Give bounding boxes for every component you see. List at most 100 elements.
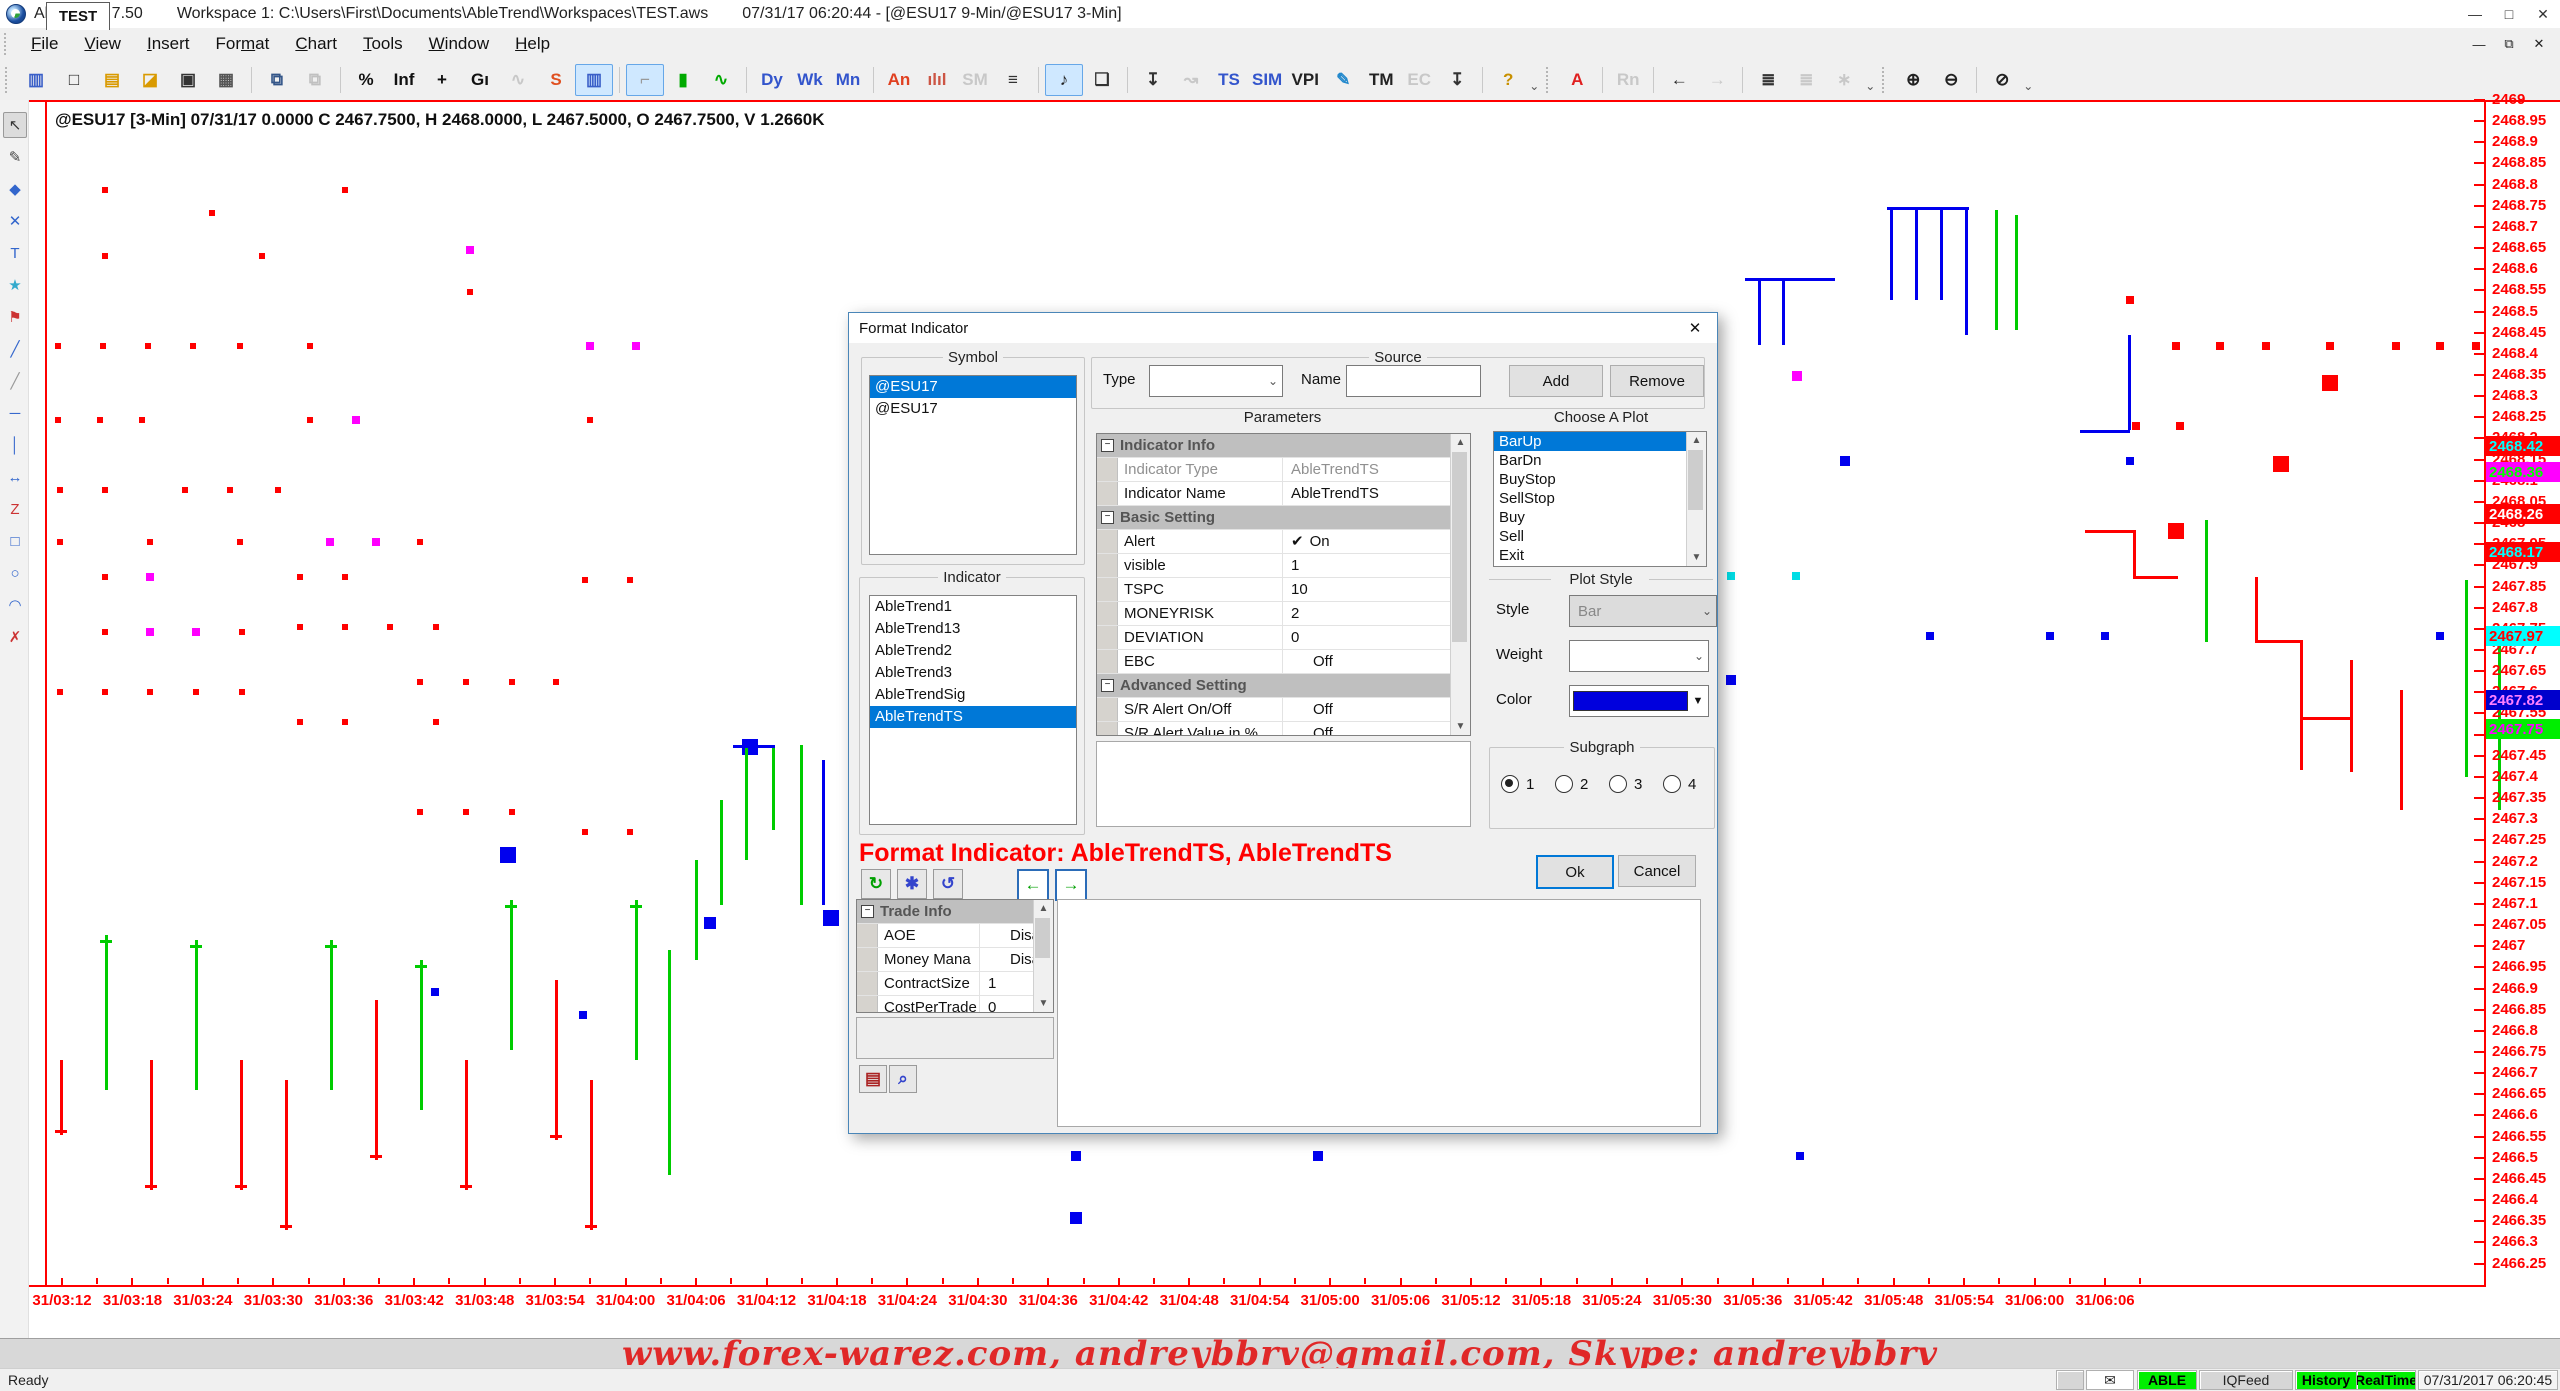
menu-file[interactable]: File	[18, 31, 71, 57]
download-icon[interactable]: ↧	[1134, 64, 1172, 96]
plot-list-scrollbar[interactable]: ▲▼	[1686, 432, 1706, 566]
toolbar-overflow-icon[interactable]: ⌄	[2021, 63, 2035, 97]
refresh-icon[interactable]: ↺	[933, 869, 963, 899]
type-combo[interactable]: ⌄	[1149, 365, 1283, 397]
refresh-all-icon[interactable]: ↻	[861, 869, 891, 899]
hline-tool[interactable]: ─	[3, 400, 27, 426]
grid-param-value[interactable]: 0	[1283, 626, 1470, 649]
grid-group-row[interactable]: −Basic Setting	[1097, 506, 1470, 530]
plot-item[interactable]: Exit	[1494, 546, 1706, 565]
grid-param-value[interactable]: 2	[1283, 602, 1470, 625]
plus-button[interactable]: +	[423, 64, 461, 96]
indicator-item[interactable]: AbleTrendTS	[870, 706, 1076, 728]
grid-row[interactable]: EBCOff	[1097, 650, 1470, 674]
h-window-icon[interactable]: ❏	[1083, 64, 1121, 96]
gi-button[interactable]: Gı	[461, 64, 499, 96]
inf-button[interactable]: Inf	[385, 64, 423, 96]
ok-button[interactable]: Ok	[1536, 855, 1614, 889]
grid-param-value[interactable]: Off	[1283, 698, 1470, 721]
workspace-tab-test[interactable]: TEST	[46, 2, 110, 30]
open-icon[interactable]: ▤	[93, 64, 131, 96]
collapse-icon[interactable]: −	[861, 905, 874, 918]
cross-tool[interactable]: ✕	[3, 208, 27, 234]
grid-param-value[interactable]: Off	[1283, 650, 1470, 673]
flag-tool[interactable]: ⚑	[3, 304, 27, 330]
range-tool[interactable]: ↔	[3, 464, 27, 490]
bar-chart-icon[interactable]: ▥	[575, 64, 613, 96]
help-button[interactable]: ?	[1489, 64, 1527, 96]
window-minimize[interactable]: —	[2458, 0, 2492, 28]
grid-param-value[interactable]: AbleTrendTS	[1283, 482, 1470, 505]
grid-row[interactable]: Alert✔On	[1097, 530, 1470, 554]
erase-tool[interactable]: ✗	[3, 624, 27, 650]
zoom-reset-icon[interactable]: ⊘	[1983, 64, 2021, 96]
toolbar-overflow-icon[interactable]: ⌄	[1863, 63, 1877, 97]
grid-row[interactable]: AOEDisable	[857, 924, 1053, 948]
name-input[interactable]	[1346, 365, 1481, 397]
indicator-item[interactable]: AbleTrend2	[870, 640, 1076, 662]
menu-tools[interactable]: Tools	[350, 31, 416, 57]
rectangle-tool[interactable]: □	[3, 528, 27, 554]
zoom-in-icon[interactable]: ⊕	[1894, 64, 1932, 96]
snap-button[interactable]: S	[537, 64, 575, 96]
toolbar-grip[interactable]	[1546, 67, 1553, 93]
plot-item[interactable]: Sell	[1494, 527, 1706, 546]
download2-icon[interactable]: ↧	[1438, 64, 1476, 96]
save-icon[interactable]: ▣	[169, 64, 207, 96]
monthly-button[interactable]: Mn	[829, 64, 867, 96]
edit-icon[interactable]: ✎	[1324, 64, 1362, 96]
sound-alert-icon[interactable]: ♪	[1045, 64, 1083, 96]
grid-row[interactable]: Indicator TypeAbleTrendTS	[1097, 458, 1470, 482]
window-close[interactable]: ✕	[2526, 0, 2560, 28]
pencil-tool[interactable]: ✎	[3, 144, 27, 170]
daily-button[interactable]: Dy	[753, 64, 791, 96]
symbol-list[interactable]: @ESU17@ESU17	[869, 375, 1077, 555]
toolbar-grip[interactable]	[1882, 67, 1889, 93]
grid-param-value[interactable]: 10	[1283, 578, 1470, 601]
prev-icon[interactable]: ←	[1017, 869, 1049, 901]
new-window-icon[interactable]: □	[55, 64, 93, 96]
plot-list[interactable]: BarUpBarDnBuyStopSellStopBuySellExit▲▼	[1493, 431, 1707, 567]
subgraph-radio-4[interactable]: 4	[1663, 775, 1696, 793]
menu-chart[interactable]: Chart	[282, 31, 350, 57]
sim-button[interactable]: SIM	[1248, 64, 1286, 96]
trendline-tool[interactable]: ╱	[3, 336, 27, 362]
grid-row[interactable]: S/R Alert On/OffOff	[1097, 698, 1470, 722]
toolbar-grip[interactable]	[5, 67, 12, 93]
mdi-restore[interactable]: ⧉	[2494, 32, 2524, 56]
star-tool[interactable]: ★	[3, 272, 27, 298]
copy-icon[interactable]: ⧉	[258, 64, 296, 96]
trade-analyze-icon[interactable]: ⌕	[889, 1065, 917, 1093]
trade-grid-scrollbar[interactable]: ▲▼	[1033, 900, 1053, 1012]
save-as-icon[interactable]: ◪	[131, 64, 169, 96]
arc-tool[interactable]: ◠	[3, 592, 27, 618]
style-combo[interactable]: Bar ⌄	[1569, 595, 1717, 627]
weekly-button[interactable]: Wk	[791, 64, 829, 96]
plot-item[interactable]: BuyStop	[1494, 470, 1706, 489]
collapse-icon[interactable]: −	[1101, 439, 1114, 452]
mdi-close[interactable]: ✕	[2524, 32, 2554, 56]
grid-param-value[interactable]: AbleTrendTS	[1283, 458, 1470, 481]
menu-format[interactable]: Format	[203, 31, 283, 57]
pointer-tool[interactable]: ↖	[3, 112, 27, 138]
symbol-item[interactable]: @ESU17	[870, 376, 1076, 398]
step-chart-icon[interactable]: ⌐	[626, 64, 664, 96]
ellipse-tool[interactable]: ○	[3, 560, 27, 586]
tm-button[interactable]: TM	[1362, 64, 1400, 96]
grid-row[interactable]: CostPerTrade0	[857, 996, 1053, 1013]
vline-tool[interactable]: │	[3, 432, 27, 458]
grid-group-row[interactable]: −Advanced Setting	[1097, 674, 1470, 698]
subgraph-radio-2[interactable]: 2	[1555, 775, 1588, 793]
list-icon[interactable]: ≡	[994, 64, 1032, 96]
plot-item[interactable]: Buy	[1494, 508, 1706, 527]
collapse-icon[interactable]: −	[1101, 511, 1114, 524]
plot-item[interactable]: BarDn	[1494, 451, 1706, 470]
alert-button[interactable]: A	[1558, 64, 1596, 96]
grid-row[interactable]: S/R Alert Value in %Off	[1097, 722, 1470, 736]
ts-button[interactable]: TS	[1210, 64, 1248, 96]
grid-param-value[interactable]: 1	[1283, 554, 1470, 577]
dialog-title-bar[interactable]: Format Indicator ✕	[849, 313, 1717, 343]
cancel-button[interactable]: Cancel	[1618, 855, 1696, 887]
color-combo[interactable]: ▼	[1569, 685, 1709, 717]
trade-report-icon[interactable]: ▤	[859, 1065, 887, 1093]
